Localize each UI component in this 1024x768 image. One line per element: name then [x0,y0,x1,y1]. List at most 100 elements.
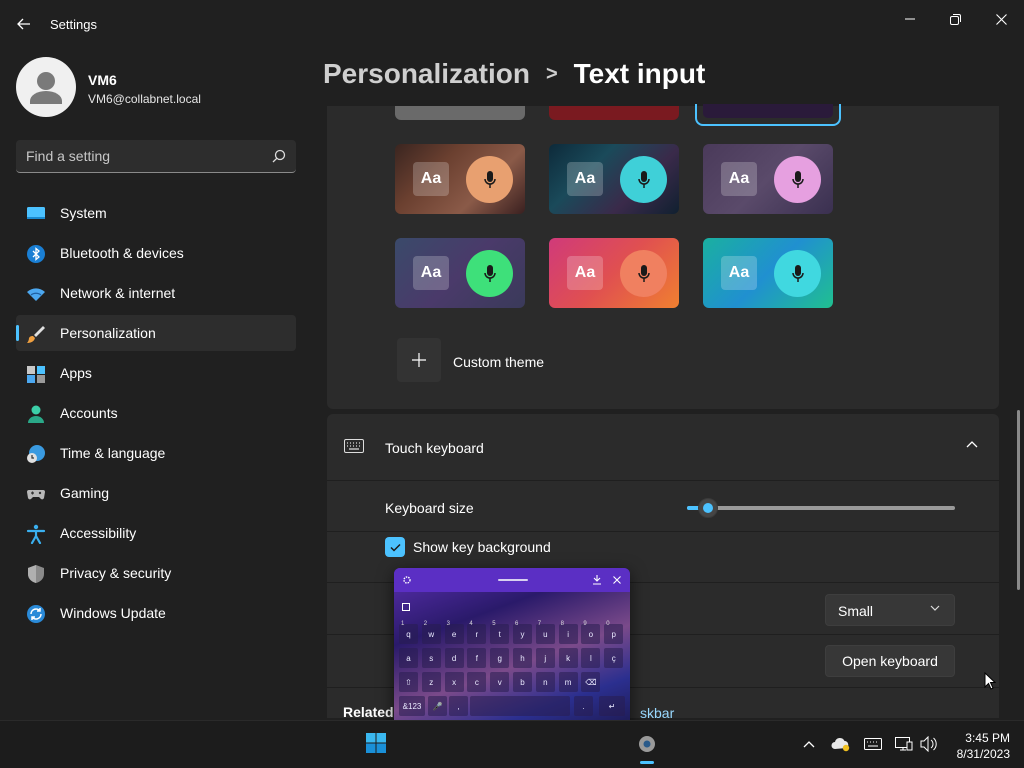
taskbar-clock[interactable]: 3:45 PM 8/31/2023 [948,730,1010,762]
sidebar-item-accessibility[interactable]: Accessibility [16,515,296,551]
search-box[interactable] [16,140,296,173]
keyboard-key[interactable]: p [604,624,624,644]
touch-keyboard-header[interactable]: Touch keyboard [327,414,999,481]
back-button[interactable] [10,10,38,38]
sidebar-item-bluetooth[interactable]: Bluetooth & devices [16,235,296,271]
user-email: VM6@collabnet.local [88,92,201,106]
keyboard-key[interactable]: a [399,648,418,668]
related-link[interactable]: skbar [640,705,674,721]
sidebar-item-time-language[interactable]: Time & language [16,435,296,471]
keyboard-key[interactable]: ⌫ [581,672,601,692]
theme-tile[interactable]: Aa [549,144,679,214]
user-profile[interactable]: VM6 VM6@collabnet.local [16,57,306,117]
sidebar-item-label: Windows Update [60,605,166,621]
theme-tile-partial[interactable] [549,106,679,120]
keyboard-popup-titlebar[interactable] [394,568,630,592]
chevron-up-icon[interactable] [803,736,815,752]
keyboard-key[interactable]: c [467,672,487,692]
keyboard-key[interactable]: . [574,696,593,716]
keyboard-key[interactable]: ⇧ [399,672,418,692]
mouse-cursor-icon [984,672,996,690]
keyboard-key[interactable]: r [467,624,487,644]
sidebar-item-system[interactable]: System [16,195,296,231]
sidebar-nav: System Bluetooth & devices Network & int… [16,195,296,635]
keyboard-key[interactable]: f [467,648,487,668]
theme-tile[interactable]: Aa [703,238,833,308]
keyboard-icon[interactable] [864,736,882,752]
onedrive-icon[interactable] [831,736,851,752]
keyboard-key[interactable]: i [558,624,578,644]
sidebar-item-label: Apps [60,365,92,381]
keyboard-key[interactable]: q [399,624,418,644]
minimize-button[interactable] [887,4,933,34]
keyboard-key[interactable]: k [558,648,578,668]
user-name: VM6 [88,72,117,88]
close-button[interactable] [978,4,1024,34]
keyboard-key[interactable]: u [535,624,555,644]
theme-tile[interactable]: Aa [549,238,679,308]
keyboard-key[interactable]: n [535,672,555,692]
keyboard-key[interactable]: d [444,648,464,668]
breadcrumb-parent[interactable]: Personalization [323,58,530,90]
slider-thumb[interactable] [698,498,719,518]
sidebar-item-windows-update[interactable]: Windows Update [16,595,296,631]
keyboard-key[interactable]: t [490,624,510,644]
keyboard-key[interactable]: w [421,624,441,644]
keyboard-key[interactable]: , [449,696,468,716]
sidebar-item-accounts[interactable]: Accounts [16,395,296,431]
keyboard-key[interactable]: l [581,648,601,668]
sidebar-item-personalization[interactable]: Personalization [16,315,296,351]
theme-tile-selected[interactable] [695,104,841,126]
keyboard-key[interactable]: j [535,648,555,668]
sidebar-item-label: Network & internet [60,285,176,301]
gear-icon[interactable] [402,575,412,585]
keyboard-key[interactable]: v [490,672,510,692]
keyboard-key[interactable]: 🎤 [428,696,447,716]
taskbar-settings-app[interactable] [636,733,658,764]
keyboard-key[interactable] [470,696,570,716]
theme-tile[interactable]: Aa [703,144,833,214]
keyboard-key[interactable]: ↵ [599,696,625,716]
keyboard-key[interactable]: ç [604,648,624,668]
search-input[interactable] [26,146,266,166]
keyboard-key[interactable]: g [490,648,510,668]
brush-icon [27,326,45,343]
dock-icon[interactable] [592,575,602,585]
keyboard-key[interactable]: x [444,672,464,692]
keyboard-key[interactable]: s [421,648,441,668]
sidebar-item-gaming[interactable]: Gaming [16,475,296,511]
key-text-size-dropdown[interactable]: Small [825,594,955,626]
sidebar-item-apps[interactable]: Apps [16,355,296,391]
volume-icon[interactable] [920,736,938,752]
restore-button[interactable] [932,4,978,34]
custom-theme-button[interactable] [397,338,441,382]
keyboard-key[interactable]: e [444,624,464,644]
chevron-up-icon[interactable] [966,440,978,448]
clipboard-icon[interactable] [402,603,410,611]
key-number-hint: 1 [401,621,405,627]
theme-tile-partial[interactable] [395,106,525,120]
keyboard-key[interactable]: o [581,624,601,644]
keyboard-key[interactable]: m [558,672,578,692]
keyboard-key[interactable]: &123 [399,696,425,716]
network-icon[interactable] [895,736,913,752]
windows-start-icon[interactable] [366,733,386,753]
keyboard-key[interactable]: b [513,672,532,692]
breadcrumb: Personalization > Text input [323,58,705,90]
keyboard-size-slider[interactable] [687,498,955,518]
drag-handle[interactable] [498,579,528,581]
keyboard-key[interactable]: y [513,624,532,644]
sidebar-item-privacy[interactable]: Privacy & security [16,555,296,591]
keyboard-key[interactable]: z [421,672,441,692]
sidebar-item-label: Accessibility [60,525,137,541]
theme-tile[interactable]: Aa [395,144,525,214]
touch-keyboard-popup[interactable]: q 1 w 2 e 3 r 4 t 5 y 6 u 7 i 8 o 9 p 0 a s d f g h j k l ç ⇧ z x c v b n m ⌫ &… [394,568,630,742]
show-key-background-checkbox[interactable] [385,537,405,557]
open-keyboard-button[interactable]: Open keyboard [825,645,955,677]
theme-tile[interactable]: Aa [395,238,525,308]
sidebar-item-network[interactable]: Network & internet [16,275,296,311]
search-icon[interactable] [272,149,286,163]
close-icon[interactable] [613,576,621,584]
scrollbar[interactable] [1017,410,1020,590]
keyboard-key[interactable]: h [513,648,532,668]
